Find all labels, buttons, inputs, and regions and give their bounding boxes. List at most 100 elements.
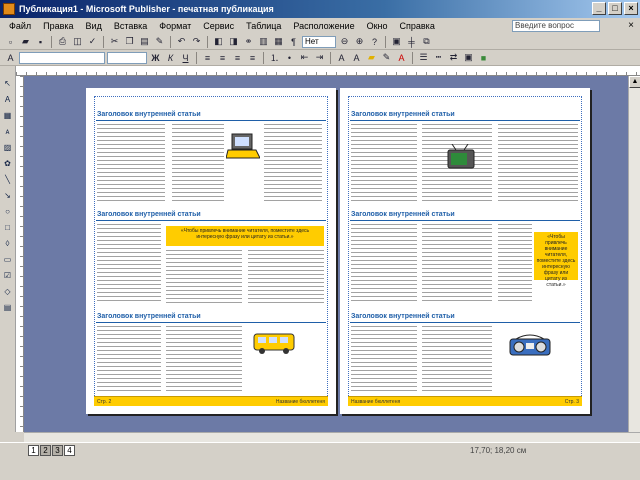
arrow-style-icon[interactable]: ⇄ [447,52,460,64]
line-color-icon[interactable]: ✎ [380,52,393,64]
paste-icon[interactable]: ▤ [138,36,151,48]
bullets-icon[interactable]: • [283,52,296,64]
arrow-icon[interactable]: ↘ [2,190,14,201]
zoom-in-icon[interactable]: ⊕ [353,36,366,48]
line-icon[interactable]: ╲ [2,174,14,185]
design-gallery-icon[interactable]: ▣ [390,36,403,48]
page-nav-4[interactable]: 4 [64,445,75,456]
numbering-icon[interactable]: ⒈ [268,52,281,64]
text-column[interactable] [166,250,242,304]
font-color-icon[interactable]: A [395,52,408,64]
menu-view[interactable]: Вид [80,21,108,31]
horizontal-ruler[interactable] [16,66,640,76]
open-icon[interactable]: ▰ [19,36,32,48]
page-nav-1[interactable]: 1 [28,445,39,456]
vertical-scrollbar[interactable]: ▲ [628,76,640,432]
text-column[interactable] [422,224,492,304]
copy-icon[interactable]: ❐ [123,36,136,48]
minimize-button[interactable]: _ [592,2,606,15]
text-column[interactable] [172,124,224,204]
font-size-combo[interactable] [107,51,147,64]
menu-insert[interactable]: Вставка [108,21,153,31]
page-3[interactable]: Заголовок внутренней статьи Заголовок вн… [340,88,590,414]
document-close-icon[interactable]: × [628,20,634,31]
text-column[interactable] [498,224,532,304]
text-column[interactable] [248,250,324,304]
text-column[interactable] [422,326,492,394]
bold-icon[interactable]: Ж [149,52,162,64]
help-search-input[interactable]: Введите вопрос [512,20,600,32]
menu-window[interactable]: Окно [361,21,394,31]
text-column[interactable] [97,124,165,204]
hot-spot-icon[interactable]: ▭ [2,254,14,265]
close-button[interactable]: × [624,2,638,15]
font-name-combo[interactable] [19,51,105,64]
underline-icon[interactable]: Ч [179,52,192,64]
scroll-up-icon[interactable]: ▲ [629,76,640,88]
menu-help[interactable]: Справка [394,21,441,31]
picture-frame-icon[interactable]: ▨ [2,142,14,153]
article-title[interactable]: Заголовок внутренней статьи [94,110,328,119]
select-objects-icon[interactable]: ↖ [2,78,14,89]
clip-art-icon[interactable]: ✿ [2,158,14,169]
article-title[interactable]: Заголовок внутренней статьи [348,210,582,219]
italic-icon[interactable]: К [164,52,177,64]
menu-tools[interactable]: Сервис [197,21,240,31]
text-box-icon[interactable]: A [2,94,14,105]
text-column[interactable] [264,124,322,204]
article-3[interactable]: Заголовок внутренней статьи [94,312,328,394]
align-right-icon[interactable]: ≡ [231,52,244,64]
laptop-clipart-icon[interactable] [226,132,260,162]
print-preview-icon[interactable]: ◫ [71,36,84,48]
article-5[interactable]: Заголовок внутренней статьи «Чтобы привл… [348,210,582,304]
article-title[interactable]: Заголовок внутренней статьи [94,312,328,321]
text-column[interactable] [166,326,242,394]
ruler-guides-icon[interactable]: ╪ [405,36,418,48]
fill-color-icon[interactable]: ▰ [365,52,378,64]
autoshapes-icon[interactable]: ◊ [2,238,14,249]
maximize-button[interactable]: □ [608,2,622,15]
print-icon[interactable]: ⎙ [56,36,69,48]
menu-file[interactable]: Файл [3,21,37,31]
redo-icon[interactable]: ↷ [190,36,203,48]
zoom-out-icon[interactable]: ⊖ [338,36,351,48]
zoom-combo[interactable]: Нет [302,35,336,48]
oval-icon[interactable]: ○ [2,206,14,217]
line-style-icon[interactable]: ☰ [417,52,430,64]
align-left-icon[interactable]: ≡ [201,52,214,64]
pull-quote[interactable]: «Чтобы привлечь внимание читателя, помес… [534,232,578,288]
cut-icon[interactable]: ✂ [108,36,121,48]
form-control-icon[interactable]: ☑ [2,270,14,281]
article-4[interactable]: Заголовок внутренней статьи [348,110,582,204]
menu-table[interactable]: Таблица [240,21,287,31]
menu-arrange[interactable]: Расположение [287,21,360,31]
shadow-style-icon[interactable]: ▣ [462,52,475,64]
design-gallery-object-icon[interactable]: ▤ [2,302,14,313]
publication-workspace[interactable]: Заголовок внутренней статьи Заголовок вн… [24,76,628,432]
group-icon[interactable]: ⧉ [420,36,433,48]
help-icon[interactable]: ? [368,36,381,48]
text-column[interactable] [351,224,417,304]
article-1[interactable]: Заголовок внутренней статьи [94,110,328,204]
decrease-indent-icon[interactable]: ⇤ [298,52,311,64]
text-column[interactable] [97,224,161,304]
page-footer[interactable]: Название бюллетеня Стр. 3 [348,396,582,406]
menu-format[interactable]: Формат [153,21,197,31]
justify-icon[interactable]: ≡ [246,52,259,64]
article-2[interactable]: Заголовок внутренней статьи «Чтобы привл… [94,210,328,304]
article-title[interactable]: Заголовок внутренней статьи [348,312,582,321]
table-icon[interactable]: ▦ [272,36,285,48]
format-painter-icon[interactable]: ✎ [153,36,166,48]
special-characters-icon[interactable]: ¶ [287,36,300,48]
send-backward-icon[interactable]: ◨ [227,36,240,48]
pull-quote[interactable]: «Чтобы привлечь внимание читателя, помес… [166,226,324,246]
styles-icon[interactable]: A [4,52,17,64]
vertical-ruler[interactable] [16,76,24,432]
page-footer[interactable]: Стр. 2 Название бюллетеня [94,396,328,406]
font-size-decrease-icon[interactable]: A [335,52,348,64]
dash-style-icon[interactable]: ┅ [432,52,445,64]
article-6[interactable]: Заголовок внутренней статьи [348,312,582,394]
text-column[interactable] [351,326,417,394]
columns-icon[interactable]: ▥ [257,36,270,48]
boombox-clipart-icon[interactable] [508,334,552,358]
